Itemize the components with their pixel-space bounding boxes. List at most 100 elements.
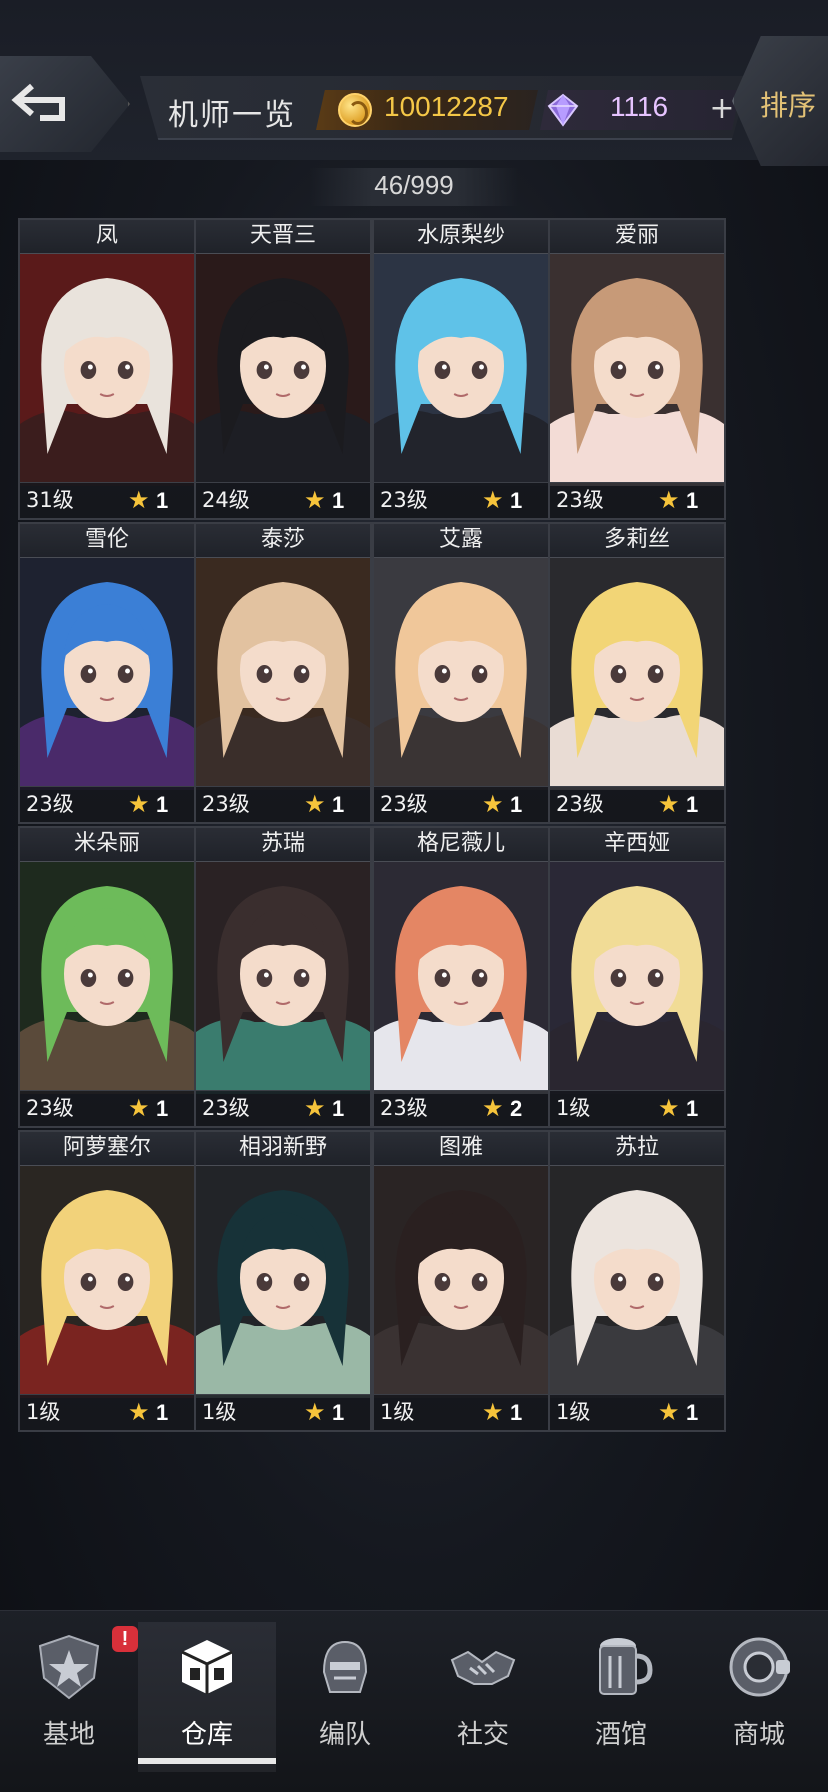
pilot-card[interactable]: 爱丽 23级 ★ 1 [548, 218, 726, 520]
pilot-portrait [20, 862, 194, 1094]
pilot-portrait [550, 862, 724, 1094]
squad-icon [322, 1640, 368, 1693]
pilot-portrait [374, 254, 548, 486]
star-icon: ★ [482, 1398, 504, 1426]
portrait-art [20, 1166, 194, 1398]
roster-count: 46/999 [374, 170, 454, 200]
pilot-star-rank: 1 [686, 488, 699, 513]
star-icon: ★ [128, 1398, 150, 1426]
pilot-info-bar: 23级 ★ 1 [550, 482, 724, 518]
pilot-name: 爱丽 [550, 220, 724, 254]
pilot-portrait [550, 558, 724, 790]
pilot-level: 31级 [26, 488, 74, 512]
pilot-info-bar: 23级 ★ 1 [20, 1090, 194, 1126]
tavern-icon [599, 1638, 653, 1695]
star-icon: ★ [304, 790, 326, 818]
pilot-star-rank: 1 [332, 1400, 345, 1425]
pilot-info-bar: 23级 ★ 1 [550, 786, 724, 822]
pilot-card[interactable]: 辛西娅 1级 ★ 1 [548, 826, 726, 1128]
sort-label[interactable]: 排序 [760, 84, 816, 124]
pilot-level: 23级 [380, 1096, 428, 1120]
pilot-level: 23级 [380, 488, 428, 512]
pilot-card[interactable]: 图雅 1级 ★ 1 [372, 1130, 550, 1432]
pilot-portrait [20, 254, 194, 486]
pilot-info-bar: 24级 ★ 1 [196, 482, 370, 518]
nav-item-social[interactable]: 社交 [414, 1622, 552, 1772]
pilot-info-bar: 23级 ★ 1 [196, 1090, 370, 1126]
pilot-card[interactable]: 雪伦 23级 ★ 1 [18, 522, 196, 824]
portrait-art [374, 1166, 548, 1398]
pilot-star-rank: 1 [510, 488, 523, 513]
star-icon: ★ [658, 1094, 680, 1122]
pilot-portrait [196, 254, 370, 486]
pilot-info-bar: 23级 ★ 1 [196, 786, 370, 822]
pilot-name: 图雅 [374, 1132, 548, 1166]
star-icon: ★ [304, 1094, 326, 1122]
star-icon: ★ [128, 790, 150, 818]
nav-item-tavern[interactable]: 酒馆 [552, 1622, 690, 1772]
nav-item-shop[interactable]: 商城 [690, 1622, 828, 1772]
pilot-level: 23级 [26, 792, 74, 816]
nav-item-squad[interactable]: 编队 [276, 1622, 414, 1772]
star-icon: ★ [482, 1094, 504, 1122]
portrait-art [374, 254, 548, 486]
pilot-name: 天晋三 [196, 220, 370, 254]
pilot-card[interactable]: 水原梨纱 23级 ★ 1 [372, 218, 550, 520]
diamond-icon [547, 93, 579, 127]
pilot-level: 23级 [556, 488, 604, 512]
page-title: 机师一览 [168, 98, 296, 133]
pilot-card[interactable]: 阿萝塞尔 1级 ★ 1 [18, 1130, 196, 1432]
pilot-star-rank: 1 [686, 1400, 699, 1425]
portrait-art [550, 1166, 724, 1398]
star-icon: ★ [658, 486, 680, 514]
pilot-name: 辛西娅 [550, 828, 724, 862]
pilot-info-bar: 1级 ★ 1 [196, 1394, 370, 1430]
pilot-name: 格尼薇儿 [374, 828, 548, 862]
star-icon: ★ [304, 486, 326, 514]
base-icon [38, 1634, 100, 1700]
star-icon: ★ [128, 486, 150, 514]
portrait-art [374, 862, 548, 1094]
pilot-info-bar: 1级 ★ 1 [550, 1394, 724, 1430]
shop-icon [729, 1637, 790, 1697]
pilot-info-bar: 1级 ★ 1 [20, 1394, 194, 1430]
nav-item-warehouse[interactable]: 仓库 [138, 1622, 276, 1772]
nav-label-squad: 编队 [318, 1720, 371, 1750]
pilot-level: 23级 [556, 792, 604, 816]
pilot-name: 相羽新野 [196, 1132, 370, 1166]
portrait-art [20, 558, 194, 790]
pilot-portrait [550, 254, 724, 486]
pilot-name: 阿萝塞尔 [20, 1132, 194, 1166]
pilot-portrait [196, 1166, 370, 1398]
pilot-info-bar: 23级 ★ 1 [374, 482, 548, 518]
pilot-card[interactable]: 艾露 23级 ★ 1 [372, 522, 550, 824]
pilot-card[interactable]: 天晋三 24级 ★ 1 [194, 218, 372, 520]
pilot-info-bar: 1级 ★ 1 [550, 1090, 724, 1126]
pilot-star-rank: 1 [156, 792, 169, 817]
pilot-card[interactable]: 多莉丝 23级 ★ 1 [548, 522, 726, 824]
pilot-card[interactable]: 米朵丽 23级 ★ 1 [18, 826, 196, 1128]
pilot-star-rank: 1 [686, 1096, 699, 1121]
nav-label-warehouse: 仓库 [180, 1720, 233, 1750]
pilot-info-bar: 31级 ★ 1 [20, 482, 194, 518]
pilot-card[interactable]: 凤 31级 ★ 1 [18, 218, 196, 520]
pilot-card[interactable]: 苏拉 1级 ★ 1 [548, 1130, 726, 1432]
pilot-star-rank: 1 [332, 792, 345, 817]
gold-coin-icon [338, 93, 372, 127]
portrait-art [196, 558, 370, 790]
pilot-card[interactable]: 苏瑞 23级 ★ 1 [194, 826, 372, 1128]
pilot-level: 1级 [380, 1400, 415, 1424]
pilot-level: 1级 [26, 1400, 61, 1424]
pilot-name: 米朵丽 [20, 828, 194, 862]
pilot-level: 23级 [26, 1096, 74, 1120]
portrait-art [196, 862, 370, 1094]
pilot-star-rank: 1 [510, 792, 523, 817]
star-icon: ★ [482, 790, 504, 818]
pilot-level: 1级 [202, 1400, 237, 1424]
pilot-portrait [20, 1166, 194, 1398]
pilot-card[interactable]: 格尼薇儿 23级 ★ 2 [372, 826, 550, 1128]
pilot-card[interactable]: 泰莎 23级 ★ 1 [194, 522, 372, 824]
pilot-portrait [374, 558, 548, 790]
pilot-card[interactable]: 相羽新野 1级 ★ 1 [194, 1130, 372, 1432]
portrait-art [550, 254, 724, 486]
